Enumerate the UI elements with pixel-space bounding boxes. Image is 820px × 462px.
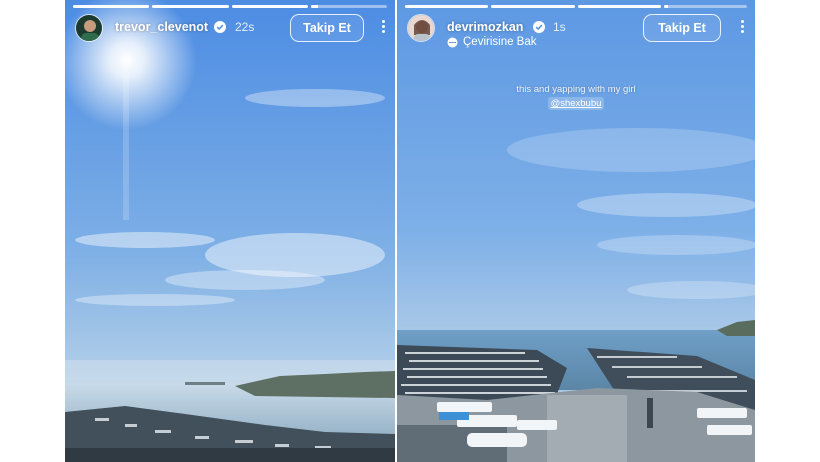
- translate-icon: [447, 37, 458, 47]
- translation-link[interactable]: Çevirisine Bak: [447, 36, 537, 48]
- post-time: 22s: [235, 20, 255, 34]
- story-trevor[interactable]: trevor_clevenot 22s Takip Et: [65, 0, 395, 462]
- post-time: 1s: [553, 20, 566, 34]
- story-header: devrimozkan 1s Çevirisine Bak Takip Et: [407, 14, 749, 48]
- translation-label: Çevirisine Bak: [463, 36, 537, 48]
- follow-button[interactable]: Takip Et: [290, 14, 364, 42]
- verified-badge-icon: [533, 21, 545, 33]
- story-photo-sky-sun: [65, 0, 395, 462]
- more-options-icon[interactable]: [379, 20, 387, 36]
- avatar[interactable]: [75, 14, 103, 42]
- avatar[interactable]: [407, 14, 435, 42]
- verified-badge-icon: [214, 21, 226, 33]
- username[interactable]: trevor_clevenot: [115, 20, 208, 34]
- follow-button[interactable]: Takip Et: [643, 14, 721, 42]
- story-progress-bar: [73, 5, 387, 8]
- story-header: trevor_clevenot 22s Takip Et: [75, 14, 389, 44]
- story-caption: this and yapping with my girl: [516, 84, 636, 95]
- mention-tag[interactable]: @shexbubu: [397, 97, 755, 110]
- more-options-icon[interactable]: [738, 20, 746, 36]
- mention-text[interactable]: @shexbubu: [547, 97, 605, 110]
- username[interactable]: devrimozkan: [447, 20, 523, 34]
- story-devrimozkan[interactable]: devrimozkan 1s Çevirisine Bak Takip Et t…: [397, 0, 755, 462]
- story-photo-marina: [397, 0, 755, 462]
- story-progress-bar: [405, 5, 747, 8]
